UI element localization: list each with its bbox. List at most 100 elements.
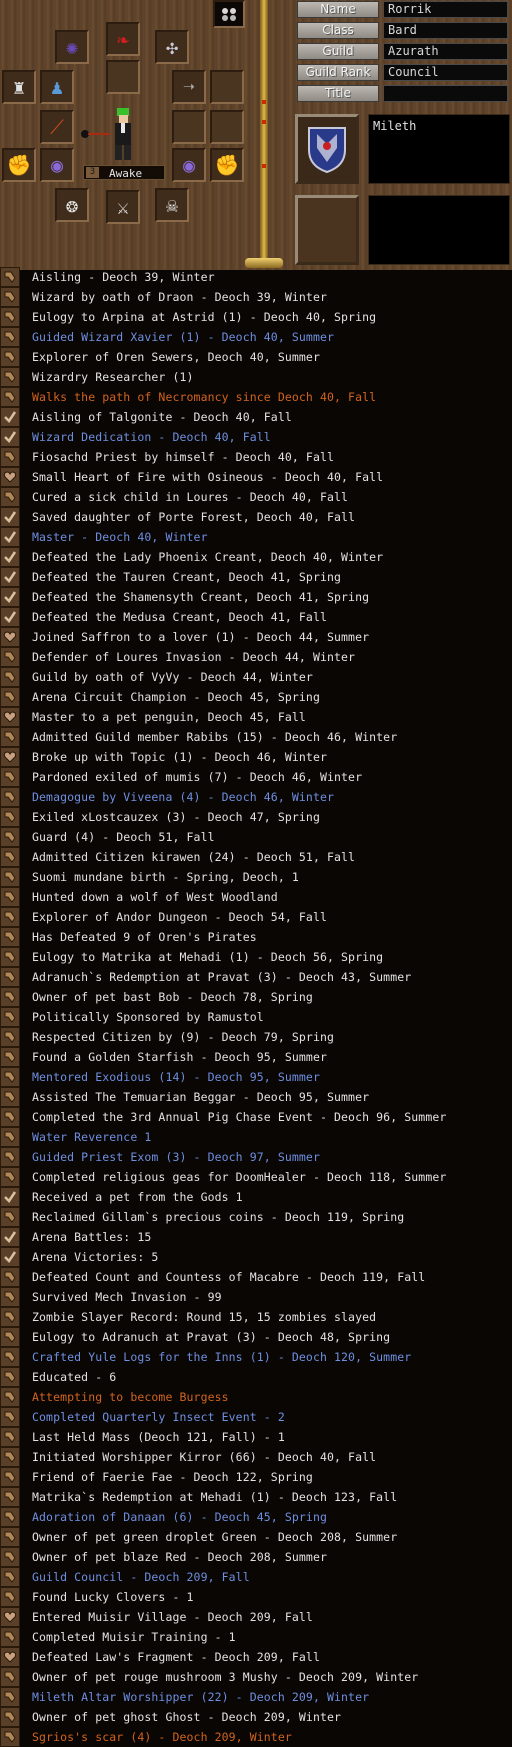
accessory-slot-2[interactable]: ✣ xyxy=(155,30,189,64)
legend-item[interactable]: Eulogy to Adranuch at Pravat (3) - Deoch… xyxy=(0,1327,512,1347)
legend-item[interactable]: Aisling - Deoch 39, Winter xyxy=(0,267,512,287)
title-value[interactable] xyxy=(383,85,508,102)
legend-list[interactable]: Aisling - Deoch 39, Winter Wizard by oath… xyxy=(0,267,512,1747)
overcoat-slot[interactable]: ♟ xyxy=(40,70,74,104)
earring-slot[interactable] xyxy=(106,60,140,94)
legend-item[interactable]: Zombie Slayer Record: Round 15, 15 zombi… xyxy=(0,1307,512,1327)
legend-item[interactable]: Guild by oath of VyVy - Deoch 44, Winter xyxy=(0,667,512,687)
legend-item[interactable]: Owner of pet bast Bob - Deoch 78, Spring xyxy=(0,987,512,1007)
legend-item[interactable]: Pardoned exiled of mumis (7) - Deoch 46,… xyxy=(0,767,512,787)
legend-item[interactable]: Master - Deoch 40, Winter xyxy=(0,527,512,547)
group-icon-button[interactable] xyxy=(213,0,245,28)
legend-item[interactable]: Completed Quarterly Insect Event - 2 xyxy=(0,1407,512,1427)
legend-item[interactable]: Arena Circuit Champion - Deoch 45, Sprin… xyxy=(0,687,512,707)
legend-item[interactable]: Attempting to become Burgess xyxy=(0,1387,512,1407)
legend-item[interactable]: Exiled xLostcauzex (3) - Deoch 47, Sprin… xyxy=(0,807,512,827)
legend-item[interactable]: Cured a sick child in Loures - Deoch 40,… xyxy=(0,487,512,507)
gauntlet-slot-right[interactable]: ✊ xyxy=(210,148,244,182)
legend-item[interactable]: Friend of Faerie Fae - Deoch 122, Spring xyxy=(0,1467,512,1487)
weapon-slot[interactable]: ⟋ xyxy=(40,110,74,144)
legend-item[interactable]: Owner of pet ghost Ghost - Deoch 209, Wi… xyxy=(0,1707,512,1727)
legend-item[interactable]: Admitted Citizen kirawen (24) - Deoch 51… xyxy=(0,847,512,867)
legend-item[interactable]: Matrika`s Redemption at Mehadi (1) - Deo… xyxy=(0,1487,512,1507)
legend-item[interactable]: Completed the 3rd Annual Pig Chase Event… xyxy=(0,1107,512,1127)
legend-item[interactable]: Explorer of Oren Sewers, Deoch 40, Summe… xyxy=(0,347,512,367)
boots-slot[interactable]: ➝ xyxy=(172,70,206,104)
nation-emblem-slot xyxy=(295,114,359,184)
legend-item[interactable]: Defeated the Shamensyth Creant, Deoch 41… xyxy=(0,587,512,607)
ring-slot-right[interactable]: ◉ xyxy=(172,148,206,182)
legend-item[interactable]: Sgrios's scar (4) - Deoch 209, Winter xyxy=(0,1727,512,1747)
legend-item[interactable]: Explorer of Andor Dungeon - Deoch 54, Fa… xyxy=(0,907,512,927)
empty-slot-3[interactable] xyxy=(210,110,244,144)
legend-item[interactable]: Defeated the Medusa Creant, Deoch 41, Fa… xyxy=(0,607,512,627)
legend-item[interactable]: Guild Council - Deoch 209, Fall xyxy=(0,1567,512,1587)
legend-item[interactable]: Initiated Worshipper Kirror (66) - Deoch… xyxy=(0,1447,512,1467)
legend-item[interactable]: Wizard by oath of Draon - Deoch 39, Wint… xyxy=(0,287,512,307)
shield-slot[interactable]: ⚔ xyxy=(106,190,140,224)
empty-slot-1[interactable] xyxy=(210,70,244,104)
legend-item[interactable]: Owner of pet rouge mushroom 3 Mushy - De… xyxy=(0,1667,512,1687)
gauntlet-slot-left[interactable]: ✊ xyxy=(2,148,36,182)
legend-item[interactable]: Defeated the Lady Phoenix Creant, Deoch … xyxy=(0,547,512,567)
legend-item[interactable]: Mileth Altar Worshipper (22) - Deoch 209… xyxy=(0,1687,512,1707)
ring-slot-left[interactable]: ◉ xyxy=(40,148,74,182)
legend-item[interactable]: Admitted Guild member Rabibs (15) - Deoc… xyxy=(0,727,512,747)
empty-slot-2[interactable] xyxy=(172,110,206,144)
legend-item[interactable]: Entered Muisir Village - Deoch 209, Fall xyxy=(0,1607,512,1627)
legend-item[interactable]: Guided Wizard Xavier (1) - Deoch 40, Sum… xyxy=(0,327,512,347)
necklace-slot[interactable]: ❂ xyxy=(55,188,89,222)
legend-item[interactable]: Master to a pet penguin, Deoch 45, Fall xyxy=(0,707,512,727)
legend-item[interactable]: Crafted Yule Logs for the Inns (1) - Deo… xyxy=(0,1347,512,1367)
accessory-slot-1[interactable]: ✺ xyxy=(55,30,89,64)
legend-item[interactable]: Adoration of Danaan (6) - Deoch 45, Spri… xyxy=(0,1507,512,1527)
legend-item[interactable]: Defeated Count and Countess of Macabre -… xyxy=(0,1267,512,1287)
legend-item[interactable]: Owner of pet blaze Red - Deoch 208, Summ… xyxy=(0,1547,512,1567)
portrait-slot[interactable] xyxy=(295,195,359,265)
legend-item[interactable]: Guided Priest Exom (3) - Deoch 97, Summe… xyxy=(0,1147,512,1167)
legend-item[interactable]: Defeated the Tauren Creant, Deoch 41, Sp… xyxy=(0,567,512,587)
legend-item[interactable]: Completed religious geas for DoomHealer … xyxy=(0,1167,512,1187)
legend-item[interactable]: Fiosachd Priest by himself - Deoch 40, F… xyxy=(0,447,512,467)
legend-item[interactable]: Assisted The Temuarian Beggar - Deoch 95… xyxy=(0,1087,512,1107)
legend-item[interactable]: Aisling of Talgonite - Deoch 40, Fall xyxy=(0,407,512,427)
legend-item[interactable]: Mentored Exodious (14) - Deoch 95, Summe… xyxy=(0,1067,512,1087)
legend-item[interactable]: Found Lucky Clovers - 1 xyxy=(0,1587,512,1607)
legend-item[interactable]: Found a Golden Starfish - Deoch 95, Summ… xyxy=(0,1047,512,1067)
legend-item[interactable]: Eulogy to Arpina at Astrid (1) - Deoch 4… xyxy=(0,307,512,327)
legend-item[interactable]: Defender of Loures Invasion - Deoch 44, … xyxy=(0,647,512,667)
legend-item[interactable]: Owner of pet green droplet Green - Deoch… xyxy=(0,1527,512,1547)
helmet-slot[interactable]: ❧ xyxy=(106,22,140,56)
legend-item[interactable]: Joined Saffron to a lover (1) - Deoch 44… xyxy=(0,627,512,647)
legend-item[interactable]: Reclaimed Gillam`s precious coins - Deoc… xyxy=(0,1207,512,1227)
legend-item[interactable]: Eulogy to Matrika at Mehadi (1) - Deoch … xyxy=(0,947,512,967)
legend-item[interactable]: Last Held Mass (Deoch 121, Fall) - 1 xyxy=(0,1427,512,1447)
legend-item[interactable]: Survived Mech Invasion - 99 xyxy=(0,1287,512,1307)
armor-slot[interactable]: ♜ xyxy=(2,70,36,104)
legend-item[interactable]: Arena Victories: 5 xyxy=(0,1247,512,1267)
legend-item[interactable]: Received a pet from the Gods 1 xyxy=(0,1187,512,1207)
legend-item[interactable]: Guard (4) - Deoch 51, Fall xyxy=(0,827,512,847)
legend-item[interactable]: Has Defeated 9 of Oren's Pirates xyxy=(0,927,512,947)
legend-item[interactable]: Wizard Dedication - Deoch 40, Fall xyxy=(0,427,512,447)
legend-item[interactable]: Water Reverence 1 xyxy=(0,1127,512,1147)
legend-item[interactable]: Defeated Law's Fragment - Deoch 209, Fal… xyxy=(0,1647,512,1667)
belt-slot[interactable]: ☠ xyxy=(155,188,189,222)
legend-item[interactable]: Broke up with Topic (1) - Deoch 46, Wint… xyxy=(0,747,512,767)
legend-text: Received a pet from the Gods 1 xyxy=(32,1190,243,1204)
legend-item[interactable]: Arena Battles: 15 xyxy=(0,1227,512,1247)
legend-item[interactable]: Respected Citizen by (9) - Deoch 79, Spr… xyxy=(0,1027,512,1047)
legend-item[interactable]: Saved daughter of Porte Forest, Deoch 40… xyxy=(0,507,512,527)
profile-text-box[interactable] xyxy=(368,195,510,265)
legend-item[interactable]: Demagogue by Viveena (4) - Deoch 46, Win… xyxy=(0,787,512,807)
legend-item[interactable]: Adranuch`s Redemption at Pravat (3) - De… xyxy=(0,967,512,987)
tool-icon xyxy=(0,367,20,387)
legend-item[interactable]: Small Heart of Fire with Osineous - Deoc… xyxy=(0,467,512,487)
legend-item[interactable]: Suomi mundane birth - Spring, Deoch, 1 xyxy=(0,867,512,887)
legend-item[interactable]: Completed Muisir Training - 1 xyxy=(0,1627,512,1647)
legend-item[interactable]: Wizardry Researcher (1) xyxy=(0,367,512,387)
legend-item[interactable]: Hunted down a wolf of West Woodland xyxy=(0,887,512,907)
legend-item[interactable]: Walks the path of Necromancy since Deoch… xyxy=(0,387,512,407)
legend-item[interactable]: Educated - 6 xyxy=(0,1367,512,1387)
legend-item[interactable]: Politically Sponsored by Ramustol xyxy=(0,1007,512,1027)
